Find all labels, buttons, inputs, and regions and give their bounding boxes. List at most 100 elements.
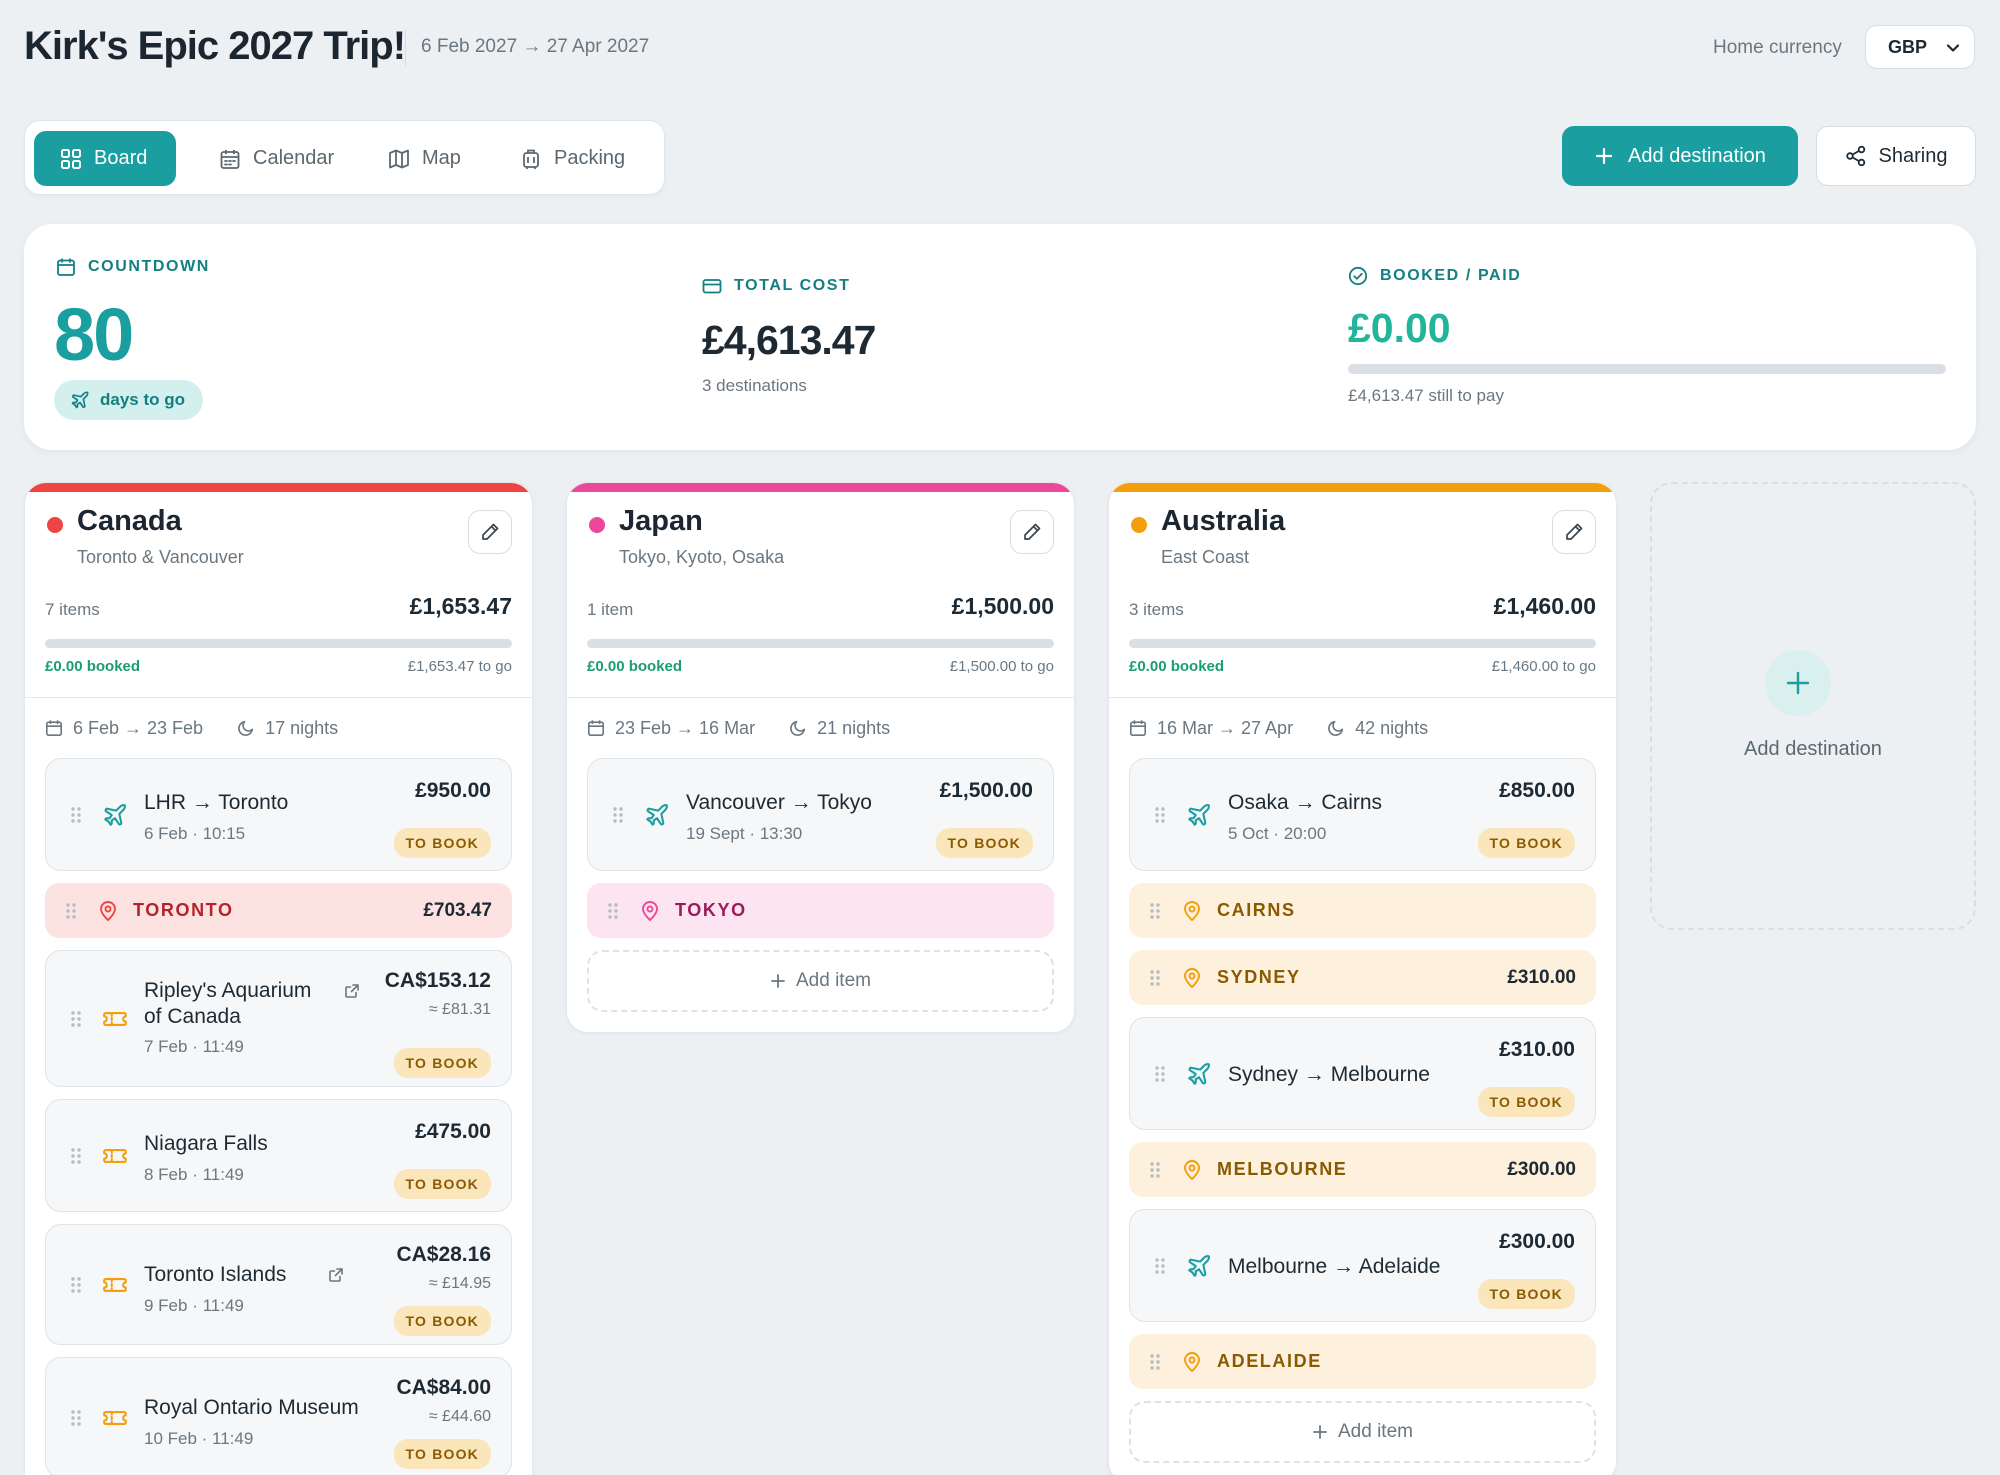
- item-date-time: 10 Feb · 11:49: [144, 1428, 254, 1448]
- home-currency-select[interactable]: GBP: [1865, 25, 1975, 69]
- item-date-time: 6 Feb · 10:15: [144, 823, 246, 843]
- tab-board[interactable]: Board: [34, 131, 176, 186]
- stay-dates-row: 23 Feb → 16 Mar 21 nights: [567, 698, 1074, 758]
- location-price: £310.00: [1507, 966, 1576, 988]
- drag-handle-icon[interactable]: [1154, 806, 1166, 824]
- drag-handle-icon[interactable]: [607, 902, 619, 920]
- pencil-icon: [482, 523, 499, 540]
- destination-name: Canada: [77, 505, 182, 537]
- item-price: CA$153.12: [384, 969, 491, 992]
- stay-nights: 42 nights: [1355, 717, 1429, 738]
- location-item[interactable]: CAIRNS: [1129, 883, 1596, 938]
- external-link-icon[interactable]: [344, 983, 360, 999]
- map-pin-icon: [1184, 1159, 1200, 1180]
- to-book-badge: TO BOOK: [393, 1048, 491, 1078]
- to-book-badge: TO BOOK: [393, 1169, 491, 1199]
- item-date-time: 5 Oct · 20:00: [1228, 823, 1327, 843]
- tab-calendar-label: Calendar: [253, 147, 335, 169]
- location-item[interactable]: MELBOURNE £300.00: [1129, 1142, 1596, 1197]
- plane-icon: [1188, 1062, 1210, 1085]
- sharing-button[interactable]: Sharing: [1816, 126, 1976, 186]
- column-color-dot: [589, 517, 605, 533]
- flight-item[interactable]: Sydney → Melbourne £310.00 TO BOOK: [1129, 1017, 1596, 1130]
- item-title: Osaka → Cairns: [1228, 790, 1383, 814]
- drag-handle-icon[interactable]: [70, 1010, 82, 1028]
- item-title: LHR → Toronto: [144, 790, 289, 814]
- tab-packing-label: Packing: [554, 147, 626, 169]
- activity-item[interactable]: Royal Ontario Museum 10 Feb · 11:49 CA$84.…: [45, 1357, 512, 1475]
- to-go-amount: £1,460.00 to go: [1491, 658, 1596, 675]
- drag-handle-icon[interactable]: [1149, 902, 1161, 920]
- luggage-icon: [523, 149, 539, 169]
- drag-handle-icon[interactable]: [1154, 1257, 1166, 1275]
- activity-item[interactable]: Niagara Falls 8 Feb · 11:49 £475.00 TO BOOK: [45, 1099, 512, 1212]
- map-pin-icon: [100, 900, 116, 921]
- item-count: 3 items: [1129, 600, 1184, 619]
- activity-item[interactable]: Ripley's Aquarium of Canada 7 Feb · 11:49…: [45, 950, 512, 1087]
- location-item[interactable]: TOKYO: [587, 883, 1054, 938]
- destination-column-australia: Australia East Coast 3 items £1,460.00 £0.00…: [1108, 482, 1617, 1475]
- to-go-amount: £1,653.47 to go: [407, 658, 512, 675]
- trip-dates: 6 Feb 2027 → 27 Apr 2027: [421, 36, 650, 57]
- drag-handle-icon[interactable]: [1149, 969, 1161, 987]
- booked-amount: £0.00 booked: [587, 658, 683, 675]
- drag-handle-icon[interactable]: [70, 806, 82, 824]
- item-title: Sydney → Melbourne: [1228, 1062, 1430, 1086]
- trip-summary-card: COUNTDOWN 80 days to go TOTAL COST £4,61…: [24, 224, 1976, 450]
- flight-item[interactable]: LHR → Toronto 6 Feb · 10:15 £950.00 TO BOOK: [45, 758, 512, 871]
- external-link-icon[interactable]: [328, 1267, 344, 1283]
- drag-handle-icon[interactable]: [70, 1409, 82, 1427]
- location-item[interactable]: ADELAIDE: [1129, 1334, 1596, 1389]
- edit-destination-button[interactable]: [468, 510, 512, 554]
- to-go-amount: £1,500.00 to go: [949, 658, 1054, 675]
- item-title: Toronto Islands: [144, 1262, 287, 1286]
- drag-handle-icon[interactable]: [1149, 1161, 1161, 1179]
- item-price: £950.00: [415, 779, 491, 802]
- map-icon: [389, 149, 409, 168]
- calendar-icon: [220, 149, 240, 169]
- ticket-icon: [103, 1410, 127, 1425]
- column-color-dot: [47, 517, 63, 533]
- destination-count: 3 destinations: [702, 376, 807, 395]
- to-book-badge: TO BOOK: [393, 828, 491, 858]
- destination-subtitle: Tokyo, Kyoto, Osaka: [619, 547, 785, 567]
- booked-paid-label-row: BOOKED / PAID: [1348, 266, 1521, 286]
- item-price-converted: ≈ £81.31: [428, 1001, 491, 1018]
- edit-destination-button[interactable]: [1552, 510, 1596, 554]
- drag-handle-icon[interactable]: [1149, 1353, 1161, 1371]
- grid-icon: [61, 148, 81, 169]
- home-currency-label: Home currency: [1713, 37, 1842, 58]
- item-price: £300.00: [1499, 1230, 1575, 1253]
- days-to-go-label: days to go: [100, 390, 186, 409]
- calendar-icon: [57, 258, 75, 276]
- tab-map[interactable]: Map: [362, 131, 487, 186]
- activity-item[interactable]: Toronto Islands 9 Feb · 11:49 CA$28.16 ≈ £1…: [45, 1224, 512, 1345]
- drag-handle-icon[interactable]: [70, 1276, 82, 1294]
- pencil-icon: [1024, 523, 1041, 540]
- booked-amount: £0.00 booked: [1129, 658, 1225, 675]
- add-item-button[interactable]: Add item: [1129, 1401, 1596, 1463]
- stay-nights: 17 nights: [265, 717, 339, 738]
- location-name: CAIRNS: [1217, 900, 1296, 920]
- add-item-button[interactable]: Add item: [587, 950, 1054, 1012]
- tab-calendar[interactable]: Calendar: [193, 131, 360, 186]
- item-date-time: 9 Feb · 11:49: [144, 1295, 244, 1315]
- drag-handle-icon[interactable]: [1154, 1065, 1166, 1083]
- flight-item[interactable]: Osaka → Cairns 5 Oct · 20:00 £850.00 TO BOO…: [1129, 758, 1596, 871]
- flight-item[interactable]: Vancouver → Tokyo 19 Sept · 13:30 £1,500.0…: [587, 758, 1054, 871]
- location-item[interactable]: SYDNEY £310.00: [1129, 950, 1596, 1005]
- add-destination-placeholder[interactable]: Add destination: [1650, 482, 1976, 930]
- booked-progress-bar: [45, 639, 512, 648]
- drag-handle-icon[interactable]: [612, 806, 624, 824]
- drag-handle-icon[interactable]: [65, 902, 77, 920]
- flight-item[interactable]: Melbourne → Adelaide £300.00 TO BOOK: [1129, 1209, 1596, 1322]
- item-price: £310.00: [1499, 1038, 1575, 1061]
- stay-nights: 21 nights: [817, 717, 891, 738]
- add-destination-button[interactable]: Add destination: [1562, 126, 1798, 186]
- location-item[interactable]: TORONTO £703.47: [45, 883, 512, 938]
- edit-destination-button[interactable]: [1010, 510, 1054, 554]
- add-item-label: Add item: [1338, 1421, 1413, 1442]
- drag-handle-icon[interactable]: [70, 1147, 82, 1165]
- tab-packing[interactable]: Packing: [494, 131, 651, 186]
- paid-progress-bar: [1348, 364, 1946, 374]
